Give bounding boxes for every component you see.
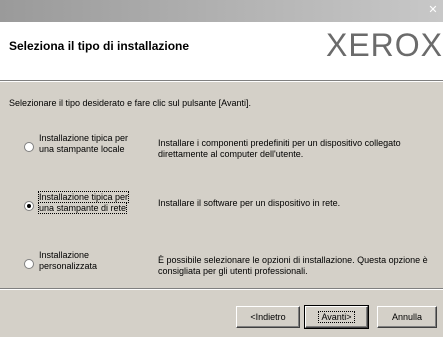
- footer-divider: [0, 288, 443, 290]
- instruction-text: Selezionare il tipo desiderato e fare cl…: [9, 98, 251, 108]
- title-bar: ✕: [0, 0, 443, 22]
- radio-network-printer[interactable]: [24, 201, 34, 211]
- xerox-logo: XEROX: [325, 27, 443, 63]
- next-button[interactable]: Avanti>: [304, 305, 369, 329]
- option-description-local: Installare i componenti predefiniti per …: [158, 138, 401, 159]
- header-divider: [0, 80, 443, 82]
- next-button-label: Avanti>: [318, 311, 355, 323]
- option-label-line: una stampante locale: [39, 144, 125, 154]
- back-button[interactable]: <Indietro: [236, 306, 300, 328]
- option-label-line: Installazione: [39, 250, 90, 260]
- radio-local-printer[interactable]: [24, 142, 34, 152]
- header-panel: Seleziona il tipo di installazione XEROX: [0, 22, 443, 80]
- cancel-button[interactable]: Annulla: [377, 306, 437, 328]
- close-icon[interactable]: ✕: [425, 3, 441, 17]
- option-label-line: Installazione tipica per: [39, 133, 129, 143]
- option-label-line: personalizzata: [39, 261, 98, 271]
- radio-custom[interactable]: [24, 259, 34, 269]
- option-label-network[interactable]: Installazione tipica per una stampante d…: [37, 191, 139, 214]
- option-description-network: Installare il software per un dispositiv…: [158, 198, 341, 208]
- option-label-line: Installazione tipica per: [37, 191, 130, 203]
- option-description-custom: È possibile selezionare le opzioni di in…: [158, 255, 428, 276]
- option-label-line: una stampante di rete: [37, 202, 128, 214]
- option-label-local[interactable]: Installazione tipica per una stampante l…: [39, 133, 139, 155]
- option-label-custom[interactable]: Installazione personalizzata: [39, 250, 139, 272]
- page-title: Seleziona il tipo di installazione: [9, 39, 190, 53]
